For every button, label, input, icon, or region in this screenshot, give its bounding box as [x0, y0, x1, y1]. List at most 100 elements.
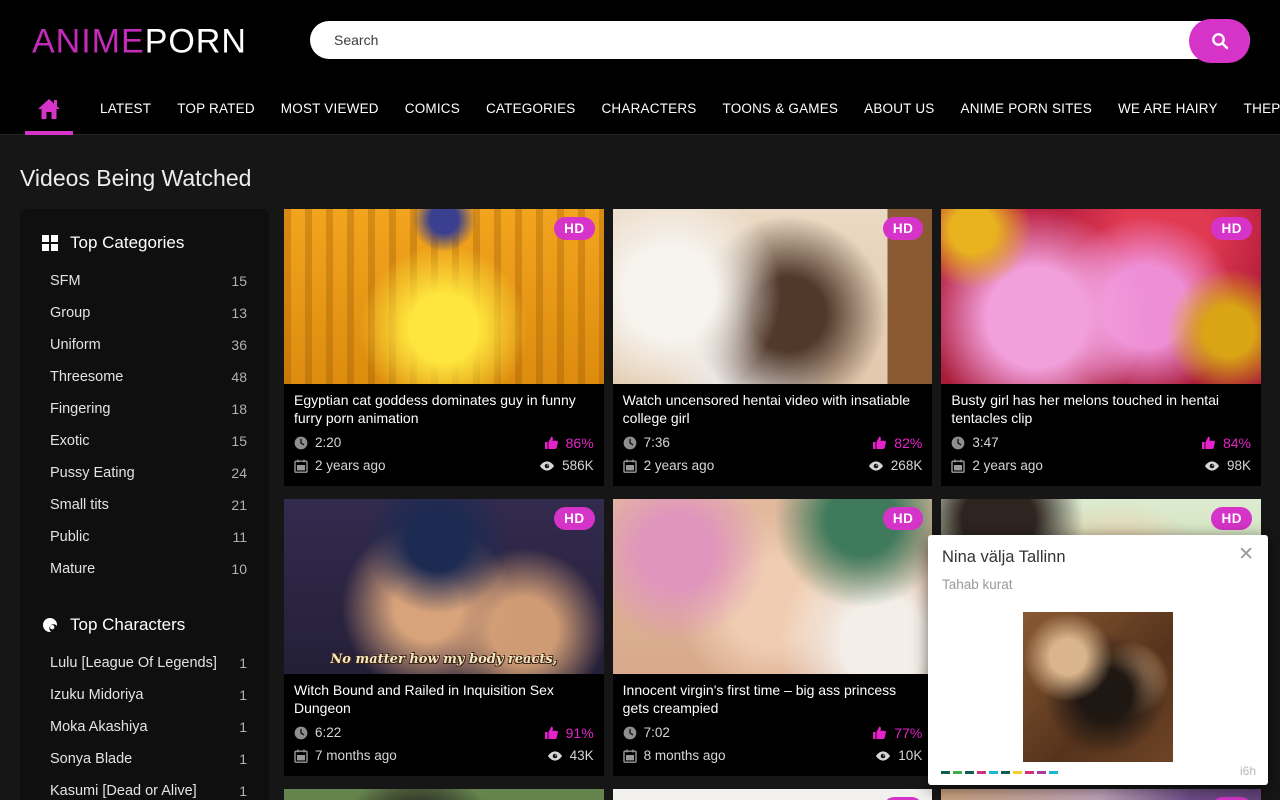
- eye-icon: [1204, 460, 1220, 472]
- top-characters-title: Top Characters: [70, 615, 185, 635]
- category-item[interactable]: Threesome48: [50, 361, 247, 393]
- character-item[interactable]: Sonya Blade1: [50, 743, 247, 775]
- nav-item-anime-porn-sites[interactable]: ANIME PORN SITES: [961, 101, 1092, 116]
- logo-part-anime: ANIME: [32, 22, 145, 60]
- nav-home[interactable]: [24, 83, 74, 135]
- clock-icon: [623, 436, 637, 450]
- category-item[interactable]: Group13: [50, 297, 247, 329]
- nav-item-characters[interactable]: CHARACTERS: [601, 101, 696, 116]
- popup-subtitle: Tahab kurat: [942, 577, 1013, 592]
- video-duration: 6:22: [315, 725, 341, 740]
- clock-icon: [294, 436, 308, 450]
- thumbs-up-icon: [872, 726, 887, 740]
- video-thumbnail[interactable]: HD No matter how my body reacts,: [284, 499, 604, 674]
- character-item[interactable]: Kasumi [Dead or Alive]1: [50, 775, 247, 800]
- video-card[interactable]: HD: [941, 789, 1261, 800]
- category-item[interactable]: Exotic15: [50, 425, 247, 457]
- clock-icon: [294, 726, 308, 740]
- video-duration: 7:02: [644, 725, 670, 740]
- characters-icon: [42, 617, 58, 633]
- page-title: Videos Being Watched: [20, 165, 1261, 192]
- eye-icon: [547, 750, 563, 762]
- top-categories-title: Top Categories: [70, 233, 184, 253]
- video-rating: 82%: [894, 435, 922, 451]
- thumbs-up-icon: [1201, 436, 1216, 450]
- hd-badge: HD: [554, 217, 595, 240]
- eye-icon: [875, 750, 891, 762]
- video-card[interactable]: HD Busty girl has her melons touched in …: [941, 209, 1261, 486]
- video-thumbnail[interactable]: HD: [613, 209, 933, 384]
- search-bar: [310, 21, 1250, 61]
- nav-item-most-viewed[interactable]: MOST VIEWED: [281, 101, 379, 116]
- clock-icon: [951, 436, 965, 450]
- video-title[interactable]: Busty girl has her melons touched in hen…: [951, 391, 1251, 427]
- video-age: 2 years ago: [972, 458, 1043, 473]
- thumbs-up-icon: [872, 436, 887, 450]
- video-views: 586K: [562, 458, 594, 473]
- video-title[interactable]: Innocent virgin's first time – big ass p…: [623, 681, 923, 717]
- calendar-icon: [294, 459, 308, 473]
- hd-badge: HD: [883, 217, 924, 240]
- video-card[interactable]: HD Watch uncensored hentai video with in…: [613, 209, 933, 486]
- video-thumbnail[interactable]: HD: [941, 789, 1261, 800]
- video-age: 2 years ago: [644, 458, 715, 473]
- nav-item-about-us[interactable]: ABOUT US: [864, 101, 934, 116]
- category-item[interactable]: Fingering18: [50, 393, 247, 425]
- video-thumbnail[interactable]: HD: [941, 209, 1261, 384]
- video-duration: 3:47: [972, 435, 998, 450]
- top-characters-header: Top Characters: [42, 615, 249, 635]
- video-thumbnail[interactable]: HD: [613, 789, 933, 800]
- video-title[interactable]: Witch Bound and Railed in Inquisition Se…: [294, 681, 594, 717]
- nav-item-we-are-hairy[interactable]: WE ARE HAIRY: [1118, 101, 1218, 116]
- video-rating: 84%: [1223, 435, 1251, 451]
- nav-item-latest[interactable]: LATEST: [100, 101, 151, 116]
- category-item[interactable]: SFM15: [50, 265, 247, 297]
- nav-item-theporndude[interactable]: THEPORNDUDE: [1244, 101, 1280, 116]
- video-thumbnail[interactable]: HD: [613, 499, 933, 674]
- video-title[interactable]: Egyptian cat goddess dominates guy in fu…: [294, 391, 594, 427]
- hd-badge: HD: [1211, 507, 1252, 530]
- category-item[interactable]: Pussy Eating24: [50, 457, 247, 489]
- nav-item-top-rated[interactable]: TOP RATED: [177, 101, 255, 116]
- characters-list: Lulu [League Of Legends]1 Izuku Midoriya…: [40, 647, 249, 800]
- category-item[interactable]: Public11: [50, 521, 247, 553]
- clock-icon: [623, 726, 637, 740]
- video-age: 7 months ago: [315, 748, 397, 763]
- search-button[interactable]: [1189, 19, 1250, 63]
- video-card[interactable]: HD: [613, 789, 933, 800]
- nav-item-toons-games[interactable]: TOONS & GAMES: [723, 101, 839, 116]
- video-views: 268K: [891, 458, 923, 473]
- video-card[interactable]: [284, 789, 604, 800]
- video-thumbnail[interactable]: HD: [284, 209, 604, 384]
- character-item[interactable]: Izuku Midoriya1: [50, 679, 247, 711]
- main-nav: LATEST TOP RATED MOST VIEWED COMICS CATE…: [0, 83, 1280, 135]
- calendar-icon: [623, 749, 637, 763]
- site-logo[interactable]: ANIMEPORN: [32, 22, 247, 61]
- notification-popup[interactable]: Nina välja Tallinn ✕ Tahab kurat i6h: [928, 535, 1268, 785]
- nav-item-categories[interactable]: CATEGORIES: [486, 101, 576, 116]
- video-age: 2 years ago: [315, 458, 386, 473]
- close-icon[interactable]: ✕: [1234, 541, 1258, 568]
- popup-timestamp: i6h: [1240, 764, 1256, 778]
- character-item[interactable]: Lulu [League Of Legends]1: [50, 647, 247, 679]
- eye-icon: [868, 460, 884, 472]
- video-card[interactable]: HD Innocent virgin's first time – big as…: [613, 499, 933, 776]
- video-card[interactable]: HD No matter how my body reacts, Witch B…: [284, 499, 604, 776]
- video-age: 8 months ago: [644, 748, 726, 763]
- thumbs-up-icon: [544, 436, 559, 450]
- thumbs-up-icon: [544, 726, 559, 740]
- category-item[interactable]: Mature10: [50, 553, 247, 585]
- popup-photo[interactable]: [1023, 612, 1173, 762]
- grid-icon: [42, 235, 58, 251]
- calendar-icon: [623, 459, 637, 473]
- hd-badge: HD: [554, 507, 595, 530]
- nav-item-comics[interactable]: COMICS: [405, 101, 460, 116]
- video-duration: 7:36: [644, 435, 670, 450]
- search-input[interactable]: [310, 21, 1250, 59]
- character-item[interactable]: Moka Akashiya1: [50, 711, 247, 743]
- video-title[interactable]: Watch uncensored hentai video with insat…: [623, 391, 923, 427]
- category-item[interactable]: Small tits21: [50, 489, 247, 521]
- category-item[interactable]: Uniform36: [50, 329, 247, 361]
- video-card[interactable]: HD Egyptian cat goddess dominates guy in…: [284, 209, 604, 486]
- video-thumbnail[interactable]: [284, 789, 604, 800]
